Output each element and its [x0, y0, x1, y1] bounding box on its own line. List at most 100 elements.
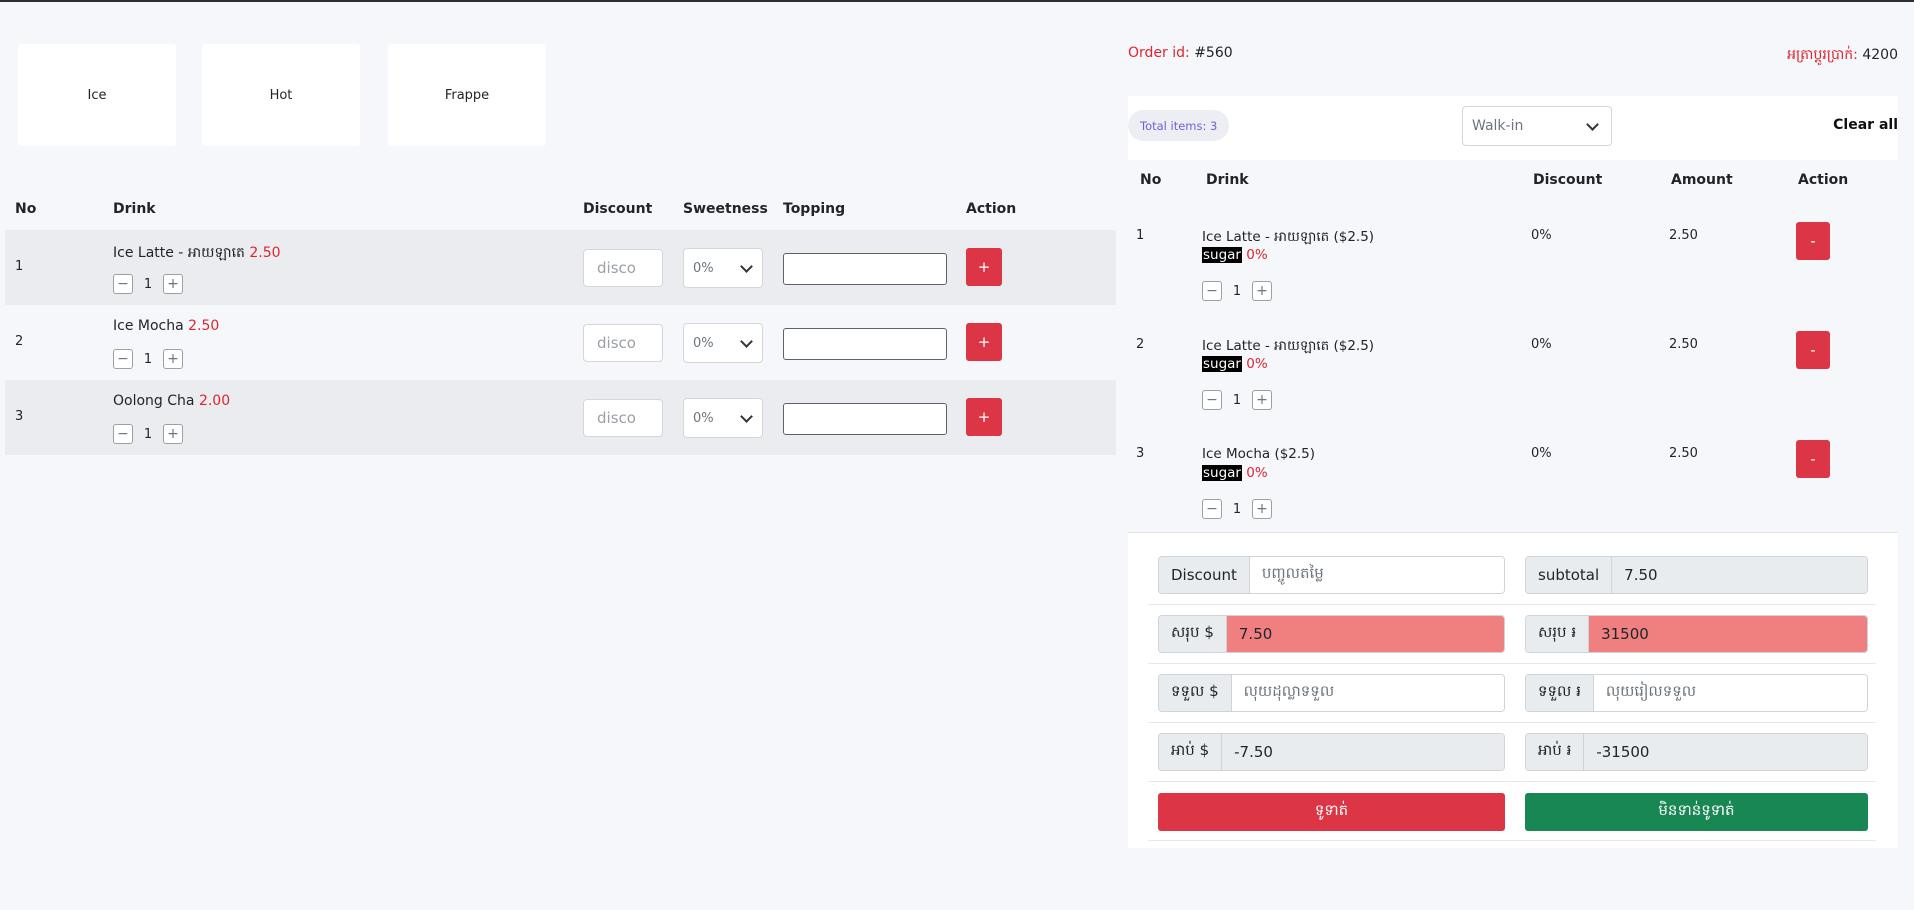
- order-item: 1 Ice Latte - អាយឡាតេ ($2.5) sugar 0% − …: [1128, 210, 1898, 319]
- total-usd-group: សរុប $ 7.50: [1158, 615, 1505, 653]
- item-number: 1: [1136, 228, 1145, 243]
- received-khr-label: ទទួល ៛: [1526, 675, 1594, 711]
- category-label: Hot: [269, 87, 293, 103]
- exchange-rate: អត្រាប្តូរប្រាក់: 4200: [1787, 45, 1898, 66]
- total-usd-label: សរុប $: [1159, 616, 1227, 652]
- increment-button[interactable]: +: [163, 349, 183, 369]
- change-khr-group: អាប់ ៛ -31500: [1525, 733, 1868, 771]
- remove-item-button[interactable]: -: [1796, 331, 1830, 369]
- received-khr-input[interactable]: លុយរៀលទទួល: [1593, 675, 1867, 711]
- received-usd-input[interactable]: លុយដុល្លាទទួល: [1231, 675, 1504, 711]
- item-amount: 2.50: [1669, 228, 1698, 243]
- sugar-tag: sugar: [1202, 356, 1242, 372]
- total-khr-label: សរុប ៛: [1526, 616, 1590, 652]
- received-usd-group: ទទួល $ លុយដុល្លាទទួល: [1158, 674, 1505, 712]
- customer-type-select[interactable]: Walk-in: [1462, 106, 1612, 146]
- item-sugar: sugar 0%: [1202, 356, 1268, 372]
- increment-button[interactable]: +: [1252, 499, 1272, 519]
- change-khr-value: -31500: [1584, 734, 1867, 770]
- order-table-header: No Drink Discount Amount Action: [1128, 160, 1898, 204]
- drink-name-text: Ice Latte - អាយឡាតេ: [113, 245, 245, 261]
- increment-button[interactable]: +: [1252, 390, 1272, 410]
- add-to-order-button[interactable]: +: [966, 248, 1002, 286]
- item-discount: 0%: [1531, 228, 1552, 243]
- subtotal-value: 7.50: [1612, 557, 1867, 593]
- drink-name: Ice Latte - អាយឡាតេ 2.50: [113, 243, 281, 264]
- discount-input[interactable]: disco: [583, 324, 663, 362]
- header-no: No: [15, 201, 37, 217]
- decrement-button[interactable]: −: [1202, 390, 1222, 410]
- sugar-tag: sugar: [1202, 465, 1242, 481]
- subtotal-group: subtotal 7.50: [1525, 556, 1868, 594]
- header-drink: Drink: [1206, 172, 1249, 188]
- table-row: 2 Ice Mocha 2.50 − 1 + disco 0% +: [5, 305, 1116, 380]
- divider: [1148, 604, 1876, 605]
- category-hot[interactable]: Hot: [202, 44, 360, 146]
- category-frappe[interactable]: Frappe: [388, 44, 546, 146]
- decrement-button[interactable]: −: [113, 274, 133, 294]
- menu-table-header: No Drink Discount Sweetness Topping Acti…: [5, 190, 1116, 230]
- item-number: 2: [1136, 337, 1145, 352]
- topping-input[interactable]: [783, 253, 947, 285]
- sweetness-select[interactable]: 0%: [683, 323, 763, 363]
- change-usd-value: -7.50: [1222, 734, 1504, 770]
- item-discount: 0%: [1531, 446, 1552, 461]
- order-item: 3 Ice Mocha ($2.5) sugar 0% − 1 + 0% 2.5…: [1128, 428, 1898, 537]
- quantity-stepper: − 1 +: [1202, 390, 1272, 410]
- sweetness-value: 0%: [693, 335, 714, 351]
- header-topping: Topping: [783, 201, 846, 217]
- quantity-stepper: − 1 +: [1202, 281, 1272, 301]
- received-usd-label: ទទួល $: [1159, 675, 1232, 711]
- remove-item-button[interactable]: -: [1796, 440, 1830, 478]
- change-khr-label: អាប់ ៛: [1526, 734, 1585, 770]
- header-sweetness: Sweetness: [683, 201, 768, 217]
- drink-price: 2.50: [188, 318, 220, 334]
- sweetness-select[interactable]: 0%: [683, 248, 763, 288]
- decrement-button[interactable]: −: [113, 424, 133, 444]
- add-to-order-button[interactable]: +: [966, 323, 1002, 361]
- add-to-order-button[interactable]: +: [966, 398, 1002, 436]
- quantity-value: 1: [143, 426, 153, 442]
- sweetness-value: 0%: [693, 410, 714, 426]
- change-usd-group: អាប់ $ -7.50: [1158, 733, 1505, 771]
- discount-input[interactable]: disco: [583, 249, 663, 287]
- remove-item-button[interactable]: -: [1796, 222, 1830, 260]
- order-id-label: Order id:: [1128, 45, 1190, 61]
- decrement-button[interactable]: −: [1202, 499, 1222, 519]
- table-row: 1 Ice Latte - អាយឡាតេ 2.50 − 1 + disco 0…: [5, 230, 1116, 305]
- sweetness-select[interactable]: 0%: [683, 398, 763, 438]
- header-discount: Discount: [583, 201, 653, 217]
- increment-button[interactable]: +: [163, 424, 183, 444]
- quantity-value: 1: [1232, 283, 1242, 299]
- order-item: 2 Ice Latte - អាយឡាតេ ($2.5) sugar 0% − …: [1128, 319, 1898, 428]
- received-khr-group: ទទួល ៛ លុយរៀលទទួល: [1525, 674, 1868, 712]
- drink-name: Oolong Cha 2.00: [113, 393, 230, 409]
- pay-button[interactable]: ទូទាត់: [1158, 793, 1505, 831]
- order-discount-input[interactable]: បញ្ចូលតម្លៃ: [1249, 557, 1504, 593]
- chevron-down-icon: [740, 335, 753, 348]
- decrement-button[interactable]: −: [113, 349, 133, 369]
- decrement-button[interactable]: −: [1202, 281, 1222, 301]
- header-drink: Drink: [113, 201, 156, 217]
- drink-name: Ice Mocha 2.50: [113, 318, 219, 334]
- quantity-value: 1: [143, 276, 153, 292]
- item-name: Ice Latte - អាយឡាតេ ($2.5): [1202, 338, 1375, 354]
- topping-input[interactable]: [783, 328, 947, 360]
- increment-button[interactable]: +: [163, 274, 183, 294]
- total-khr-value: 31500: [1589, 616, 1867, 652]
- increment-button[interactable]: +: [1252, 281, 1272, 301]
- sugar-value: 0%: [1246, 465, 1268, 481]
- divider: [1148, 840, 1876, 841]
- row-number: 2: [15, 334, 24, 349]
- topping-input[interactable]: [783, 403, 947, 435]
- quantity-stepper: − 1 +: [113, 349, 183, 369]
- unpaid-button[interactable]: មិនទាន់ទូទាត់: [1525, 793, 1868, 831]
- discount-input[interactable]: disco: [583, 399, 663, 437]
- item-name: Ice Mocha ($2.5): [1202, 446, 1316, 462]
- header-no: No: [1140, 172, 1162, 188]
- sugar-value: 0%: [1246, 356, 1268, 372]
- category-ice[interactable]: Ice: [18, 44, 176, 146]
- total-items-badge: Total items: 3: [1128, 110, 1230, 141]
- item-discount: 0%: [1531, 337, 1552, 352]
- clear-all-button[interactable]: Clear all: [1833, 117, 1898, 133]
